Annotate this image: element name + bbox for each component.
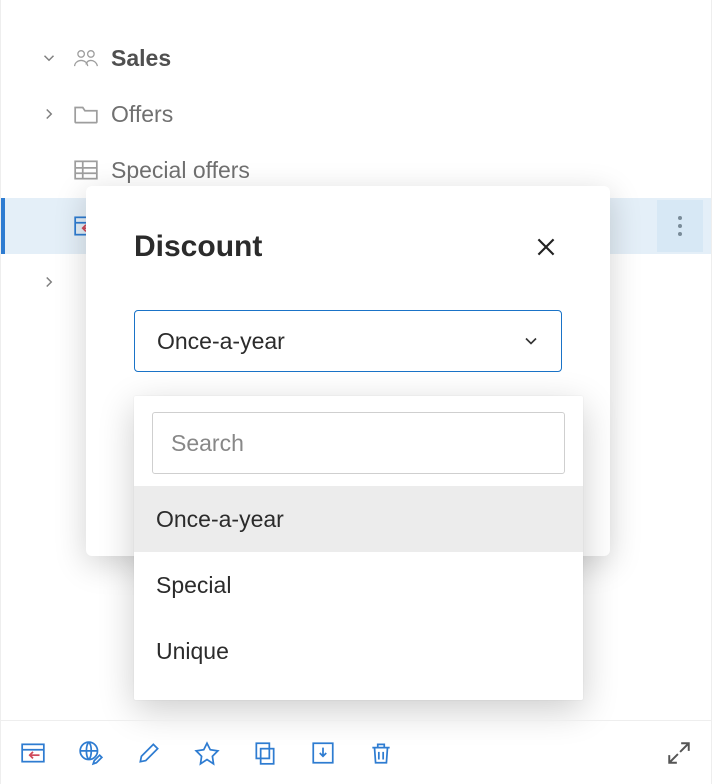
bottom-toolbar [1, 720, 711, 784]
table-icon [73, 157, 99, 183]
globe-edit-icon[interactable] [77, 739, 105, 767]
dropdown-option[interactable]: Once-a-year [134, 486, 583, 552]
discount-select[interactable]: Once-a-year [134, 310, 562, 372]
pencil-icon[interactable] [135, 739, 163, 767]
tree-item-sales[interactable]: Sales [1, 30, 711, 86]
people-icon [73, 45, 99, 71]
dropdown-option[interactable]: Unique [134, 618, 583, 684]
dropdown-option[interactable]: Special [134, 552, 583, 618]
page-in-icon[interactable] [19, 739, 47, 767]
chevron-right-icon[interactable] [37, 273, 61, 291]
select-value: Once-a-year [157, 328, 285, 355]
tree-item-label: Special offers [111, 157, 250, 184]
more-actions-button[interactable] [657, 200, 703, 252]
star-icon[interactable] [193, 739, 221, 767]
folder-icon [73, 101, 99, 127]
tree-item-label: Offers [111, 101, 173, 128]
chevron-down-icon[interactable] [37, 49, 61, 67]
chevron-down-icon [521, 331, 541, 351]
tree-item-label: Sales [111, 45, 171, 72]
trash-icon[interactable] [367, 739, 395, 767]
close-button[interactable] [530, 231, 562, 263]
dropdown-search-input[interactable] [152, 412, 565, 474]
copy-icon[interactable] [251, 739, 279, 767]
expand-icon[interactable] [665, 739, 693, 767]
download-icon[interactable] [309, 739, 337, 767]
discount-select-dropdown: Once-a-year Special Unique [134, 396, 583, 700]
dialog-title: Discount [134, 230, 530, 264]
chevron-right-icon[interactable] [37, 105, 61, 123]
tree-item-offers[interactable]: Offers [1, 86, 711, 142]
